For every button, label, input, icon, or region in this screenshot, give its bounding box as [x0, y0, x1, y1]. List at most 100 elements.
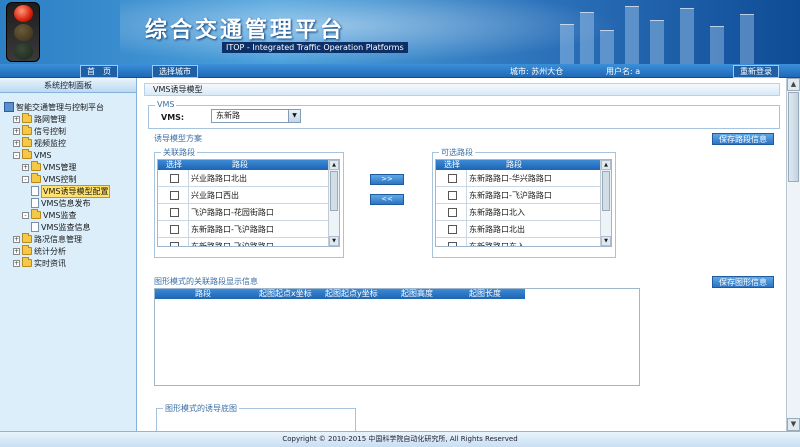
folder-icon: [31, 173, 41, 183]
expand-icon[interactable]: +: [13, 259, 20, 267]
linked-roads-label: 关联路段: [161, 147, 197, 158]
app-title: 综合交通管理平台: [145, 17, 346, 43]
sidebar-item[interactable]: VMS诱导模型配置: [31, 184, 111, 198]
header-banner: 综合交通管理平台 ITOP - Integrated Traffic Opera…: [0, 0, 800, 64]
collapse-icon[interactable]: -: [22, 211, 29, 219]
move-right-button[interactable]: >>: [370, 174, 404, 185]
sidebar-item-label: 路况信息管理: [34, 234, 82, 244]
sidebar-item[interactable]: VMS监查信息: [31, 221, 90, 233]
expand-icon[interactable]: +: [13, 235, 20, 243]
folder-icon: [22, 125, 32, 135]
sidebar-item[interactable]: + 统计分析: [13, 245, 66, 257]
scheme-label: 诱导模型方案: [154, 134, 202, 143]
home-button[interactable]: 首 页: [80, 65, 118, 78]
list-scrollbar[interactable]: ▲ ▼: [328, 160, 339, 246]
select-city-button[interactable]: 选择城市: [152, 65, 198, 78]
row-checkbox[interactable]: [448, 174, 457, 183]
sidebar-title: 系统控制面板: [0, 78, 136, 93]
sidebar-item[interactable]: + 路网管理: [13, 113, 66, 125]
row-checkbox[interactable]: [448, 208, 457, 217]
linked-roads-list: 选择 路段 兴业路路口北出 兴业路口西出 飞沪路路口-花园街路口 东新路路口-飞沪路路…: [157, 159, 340, 247]
row-road-name: 东新路路口-华兴路路口: [466, 170, 552, 187]
list-item[interactable]: 东新路路口-飞沪路路口: [158, 238, 330, 246]
sidebar-item[interactable]: - VMS: [13, 149, 51, 161]
sidebar-item[interactable]: - VMS控制: [22, 173, 76, 185]
folder-icon: [22, 233, 32, 243]
row-road-name: 东新路路口北入: [466, 204, 525, 221]
row-checkbox[interactable]: [170, 191, 179, 200]
row-checkbox[interactable]: [170, 225, 179, 234]
row-checkbox[interactable]: [448, 242, 457, 246]
scroll-down-icon[interactable]: ▼: [601, 236, 611, 246]
sidebar-item[interactable]: + 实时资讯: [13, 257, 66, 269]
scroll-up-icon[interactable]: ▲: [329, 160, 339, 170]
scroll-thumb[interactable]: [788, 92, 799, 182]
row-road-name: 东新路路口北出: [466, 221, 525, 238]
list-item[interactable]: 东新路路口-飞沪路路口: [158, 221, 330, 238]
sidebar-item[interactable]: - VMS监查: [22, 209, 76, 221]
list-item[interactable]: 飞沪路路口-花园街路口: [158, 204, 330, 221]
row-checkbox[interactable]: [170, 174, 179, 183]
page-icon: [31, 186, 39, 196]
col-select: 选择: [444, 160, 460, 169]
scroll-thumb[interactable]: [602, 171, 610, 211]
scroll-up-icon[interactable]: ▲: [601, 160, 611, 170]
banner-building: [650, 20, 664, 64]
list-item[interactable]: 东新路路口东入: [436, 238, 602, 246]
scroll-down-icon[interactable]: ▼: [787, 418, 800, 431]
collapse-icon[interactable]: -: [22, 175, 29, 183]
expand-icon[interactable]: +: [13, 115, 20, 123]
page-icon: [31, 198, 39, 208]
row-checkbox[interactable]: [170, 242, 179, 246]
list-item[interactable]: 东新路路口北入: [436, 204, 602, 221]
graph-col-header: 路段: [195, 289, 211, 298]
sidebar-item-label: VMS: [34, 150, 52, 160]
scroll-thumb[interactable]: [330, 171, 338, 211]
row-road-name: 东新路路口东入: [466, 238, 525, 246]
vms-select[interactable]: 东新路 ▼: [211, 109, 301, 123]
collapse-icon[interactable]: -: [13, 151, 20, 159]
folder-icon: [22, 137, 32, 147]
sidebar: 系统控制面板 智能交通管理与控制平台 + 路网管理 + 信号控制 + 视频监控 - VMS + VM…: [0, 78, 137, 431]
relogin-button[interactable]: 重新登录: [733, 65, 779, 78]
sidebar-item[interactable]: + 信号控制: [13, 125, 66, 137]
sidebar-item[interactable]: + 视频监控: [13, 137, 66, 149]
save-graph-button[interactable]: 保存图形信息: [712, 276, 774, 288]
expand-icon[interactable]: +: [13, 139, 20, 147]
graph-table-header: 路段 起图起点x坐标 起图起点y坐标 起图高度 起图长度: [155, 289, 525, 299]
sidebar-item[interactable]: + 路况信息管理: [13, 233, 82, 245]
list-item[interactable]: 兴业路路口北出: [158, 170, 330, 187]
row-checkbox[interactable]: [448, 225, 457, 234]
graph-col-header: 起图长度: [469, 289, 501, 298]
sidebar-item-label: VMS监查信息: [41, 222, 91, 232]
row-road-name: 飞沪路路口-花园街路口: [188, 204, 274, 221]
sidebar-item[interactable]: + VMS管理: [22, 161, 76, 173]
sidebar-item[interactable]: VMS信息发布: [31, 197, 90, 209]
list-item[interactable]: 兴业路口西出: [158, 187, 330, 204]
expand-icon[interactable]: +: [13, 127, 20, 135]
main-panel: VMS诱导模型 VMS VMS: 东新路 ▼ 诱导模型方案 保存路段信息 关联路…: [140, 78, 786, 431]
sidebar-item[interactable]: 智能交通管理与控制平台: [4, 101, 104, 113]
list-item[interactable]: 东新路路口-华兴路路口: [436, 170, 602, 187]
app-subtitle: ITOP - Integrated Traffic Operation Plat…: [222, 42, 408, 53]
save-road-button[interactable]: 保存路段信息: [712, 133, 774, 145]
banner-building: [580, 12, 594, 64]
page-scrollbar[interactable]: ▲ ▼: [786, 78, 800, 431]
move-left-button[interactable]: <<: [370, 194, 404, 205]
vms-group: VMS VMS: 东新路 ▼: [148, 100, 780, 129]
scroll-up-icon[interactable]: ▲: [787, 78, 800, 91]
row-checkbox[interactable]: [170, 208, 179, 217]
chevron-down-icon[interactable]: ▼: [288, 110, 300, 122]
list-item[interactable]: 东新路路口北出: [436, 221, 602, 238]
vms-field-label: VMS:: [161, 113, 185, 122]
scroll-down-icon[interactable]: ▼: [329, 236, 339, 246]
graph-info-table: 路段 起图起点x坐标 起图起点y坐标 起图高度 起图长度: [154, 288, 640, 386]
graph-col-header: 起图高度: [401, 289, 433, 298]
list-item[interactable]: 东新路路口-飞沪路路口: [436, 187, 602, 204]
list-scrollbar[interactable]: ▲ ▼: [600, 160, 611, 246]
expand-icon[interactable]: +: [13, 247, 20, 255]
banner-building: [625, 6, 639, 64]
folder-icon: [31, 209, 41, 219]
expand-icon[interactable]: +: [22, 163, 29, 171]
row-checkbox[interactable]: [448, 191, 457, 200]
